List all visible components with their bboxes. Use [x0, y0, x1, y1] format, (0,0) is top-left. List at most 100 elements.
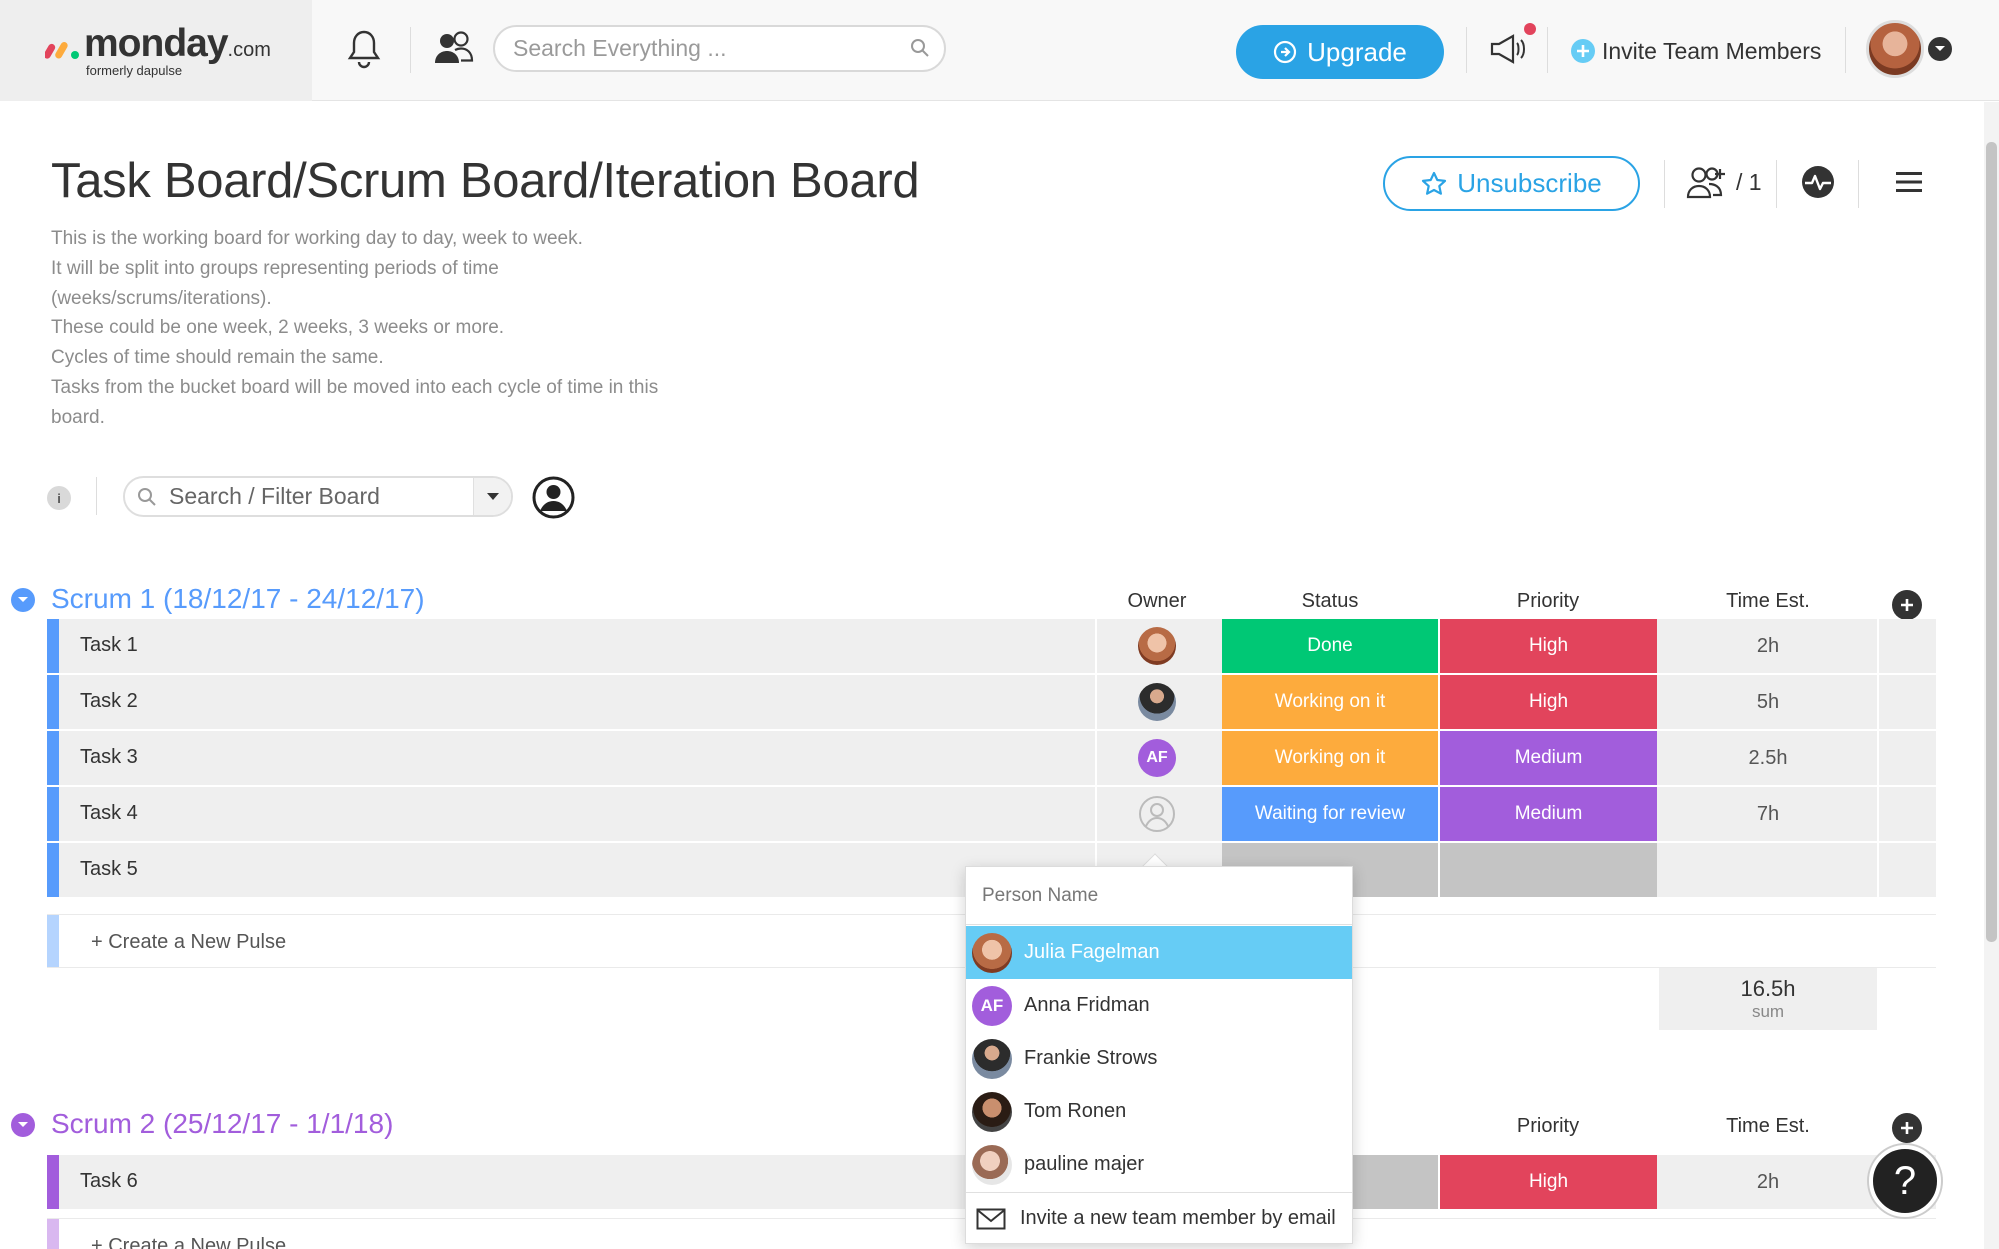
- column-header-status[interactable]: Status: [1222, 590, 1438, 613]
- person-filter-icon[interactable]: [532, 476, 575, 519]
- cell-divider: [1438, 675, 1440, 729]
- table-row[interactable]: Task 4 Waiting for reviewMedium7h: [47, 787, 1936, 841]
- description-line: (weeks/scrums/iterations).: [51, 284, 731, 314]
- person-avatar: AF: [972, 986, 1012, 1026]
- person-option[interactable]: AFAnna Fridman: [966, 979, 1352, 1032]
- time-estimate-cell[interactable]: 2h: [1659, 1155, 1877, 1209]
- search-icon[interactable]: [908, 36, 932, 60]
- column-header-time[interactable]: Time Est.: [1659, 1115, 1877, 1138]
- priority-cell[interactable]: High: [1440, 619, 1657, 673]
- table-row[interactable]: Task 3 AF Working on itMedium2.5h: [47, 731, 1936, 785]
- empty-owner-icon[interactable]: [1138, 795, 1176, 833]
- cell-divider: [1438, 1155, 1440, 1209]
- time-sum-cell: 16.5h sum: [1659, 968, 1877, 1030]
- task-name[interactable]: Task 3: [80, 746, 138, 769]
- invite-team-members-button[interactable]: Invite Team Members: [1570, 33, 1821, 69]
- envelope-icon: [976, 1208, 1006, 1230]
- board-title[interactable]: Task Board/Scrum Board/Iteration Board: [51, 153, 919, 209]
- group-toggle-icon[interactable]: [11, 588, 35, 612]
- add-member-icon: [1686, 165, 1728, 199]
- logo-mark-icon: [45, 35, 81, 61]
- priority-cell[interactable]: High: [1440, 675, 1657, 729]
- upgrade-button[interactable]: Upgrade: [1236, 25, 1444, 79]
- time-estimate-cell[interactable]: 5h: [1659, 675, 1877, 729]
- time-sum-label: sum: [1659, 1002, 1877, 1022]
- unsubscribe-button[interactable]: Unsubscribe: [1383, 156, 1640, 211]
- priority-cell[interactable]: Medium: [1440, 731, 1657, 785]
- cell-divider: [1877, 731, 1879, 785]
- owner-avatar[interactable]: AF: [1138, 739, 1176, 777]
- person-option[interactable]: Frankie Strows: [966, 1032, 1352, 1085]
- arrow-circle-icon: [1273, 40, 1297, 64]
- help-button[interactable]: ?: [1869, 1145, 1941, 1217]
- header-divider: [1776, 160, 1777, 208]
- logo[interactable]: monday.com formerly dapulse: [0, 0, 312, 101]
- user-avatar[interactable]: [1866, 20, 1924, 78]
- add-column-icon[interactable]: [1892, 1113, 1922, 1143]
- global-search-input[interactable]: [493, 25, 946, 72]
- person-avatar: [972, 1145, 1012, 1185]
- task-name[interactable]: Task 2: [80, 690, 138, 713]
- filter-dropdown-button[interactable]: [473, 478, 511, 515]
- table-row[interactable]: Task 2 Working on itHigh5h: [47, 675, 1936, 729]
- board-members-button[interactable]: / 1: [1686, 165, 1762, 199]
- group-title[interactable]: Scrum 2 (25/12/17 - 1/1/18): [51, 1108, 393, 1140]
- status-cell[interactable]: Working on it: [1222, 675, 1438, 729]
- activity-icon[interactable]: [1800, 164, 1836, 200]
- owner-avatar[interactable]: [1138, 683, 1176, 721]
- add-column-icon[interactable]: [1892, 590, 1922, 620]
- task-name[interactable]: Task 4: [80, 802, 138, 825]
- person-option[interactable]: Julia Fagelman: [966, 926, 1352, 979]
- invite-by-email-button[interactable]: Invite a new team member by email: [966, 1192, 1352, 1244]
- person-avatar: [972, 933, 1012, 973]
- group-color-marker: [47, 675, 59, 729]
- scrollbar-thumb[interactable]: [1986, 142, 1997, 942]
- filter-board-input[interactable]: [169, 478, 459, 515]
- person-option[interactable]: Tom Ronen: [966, 1085, 1352, 1138]
- time-estimate-cell[interactable]: [1659, 843, 1877, 897]
- description-line: These could be one week, 2 weeks, 3 week…: [51, 313, 731, 343]
- group-title[interactable]: Scrum 1 (18/12/17 - 24/12/17): [51, 583, 425, 615]
- bell-icon[interactable]: [344, 28, 384, 70]
- priority-cell[interactable]: Medium: [1440, 787, 1657, 841]
- priority-cell[interactable]: High: [1440, 1155, 1657, 1209]
- time-estimate-cell[interactable]: 2.5h: [1659, 731, 1877, 785]
- cell-divider: [1877, 619, 1879, 673]
- person-avatar: [972, 1092, 1012, 1132]
- status-cell[interactable]: Working on it: [1222, 731, 1438, 785]
- notification-dot: [1524, 23, 1536, 35]
- column-header-owner[interactable]: Owner: [1097, 590, 1217, 613]
- menu-icon[interactable]: [1894, 168, 1924, 196]
- time-estimate-cell[interactable]: 7h: [1659, 787, 1877, 841]
- team-icon[interactable]: [432, 28, 476, 68]
- board-info-icon[interactable]: i: [47, 486, 71, 510]
- column-header-priority[interactable]: Priority: [1440, 590, 1656, 613]
- caret-down-icon: [486, 492, 500, 501]
- megaphone-icon[interactable]: [1486, 28, 1530, 70]
- group-toggle-icon[interactable]: [11, 1113, 35, 1137]
- group-color-marker: [47, 731, 59, 785]
- person-name-input[interactable]: [966, 867, 1352, 925]
- person-name: Tom Ronen: [1024, 1100, 1126, 1123]
- column-header-time[interactable]: Time Est.: [1659, 590, 1877, 613]
- status-cell[interactable]: Done: [1222, 619, 1438, 673]
- owner-avatar[interactable]: [1138, 627, 1176, 665]
- table-row[interactable]: Task 1 DoneHigh2h: [47, 619, 1936, 673]
- task-name[interactable]: Task 1: [80, 634, 138, 657]
- person-name: Frankie Strows: [1024, 1047, 1157, 1070]
- priority-cell[interactable]: [1440, 843, 1657, 897]
- cell-divider: [1877, 675, 1879, 729]
- task-name[interactable]: Task 5: [80, 858, 138, 881]
- chevron-down-icon[interactable]: [1928, 37, 1952, 61]
- group-color-marker: [47, 1155, 59, 1209]
- time-estimate-cell[interactable]: 2h: [1659, 619, 1877, 673]
- logo-text: monday.com: [84, 22, 271, 66]
- column-header-priority[interactable]: Priority: [1440, 1115, 1656, 1138]
- person-option[interactable]: pauline majer: [966, 1138, 1352, 1191]
- person-name: pauline majer: [1024, 1153, 1144, 1176]
- status-cell[interactable]: Waiting for review: [1222, 787, 1438, 841]
- create-pulse-label: + Create a New Pulse: [91, 931, 286, 954]
- cell-divider: [1438, 619, 1440, 673]
- board-description[interactable]: This is the working board for working da…: [51, 224, 731, 433]
- task-name[interactable]: Task 6: [80, 1170, 138, 1193]
